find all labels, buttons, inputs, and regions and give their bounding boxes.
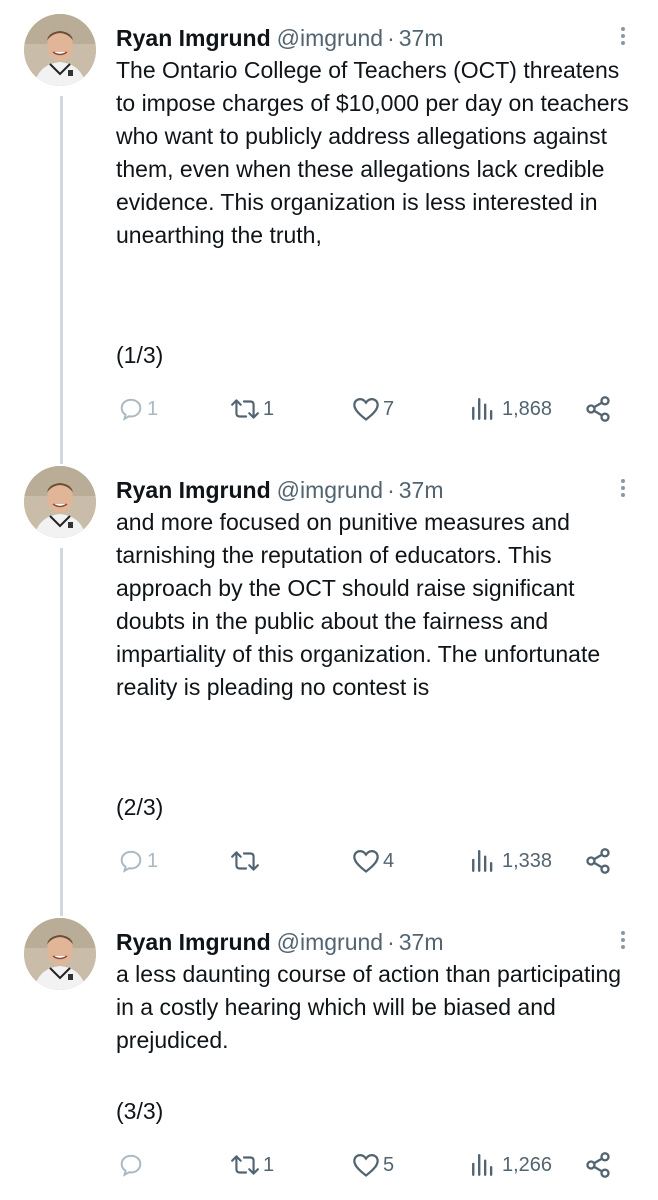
- avatar[interactable]: [24, 466, 96, 538]
- retweet-count: 1: [263, 1153, 275, 1176]
- reply-count: 1: [147, 397, 159, 420]
- tweet-2[interactable]: Ryan Imgrund @imgrund · 37m and more focuse…: [0, 466, 658, 906]
- heart-icon: [353, 397, 379, 421]
- share-icon: [586, 1152, 610, 1178]
- thread-counter: (3/3): [116, 1098, 164, 1124]
- tweet-text: The Ontario College of Teachers (OCT) th…: [116, 57, 629, 248]
- reply-button[interactable]: 1: [118, 846, 158, 876]
- more-options-icon[interactable]: [616, 476, 630, 504]
- share-button[interactable]: [584, 394, 612, 424]
- separator-dot: ·: [387, 25, 395, 51]
- author-handle[interactable]: @imgrund: [277, 477, 383, 503]
- retweet-icon: [231, 399, 259, 419]
- action-bar: 1 4 1,338: [116, 846, 636, 876]
- retweet-icon: [231, 851, 259, 871]
- reply-button[interactable]: [118, 1150, 147, 1180]
- more-options-icon[interactable]: [616, 928, 630, 956]
- author-handle[interactable]: @imgrund: [277, 929, 383, 955]
- views-count: 1,266: [502, 1153, 553, 1176]
- author-name[interactable]: Ryan Imgrund: [116, 25, 271, 51]
- action-bar: 1 5 1,266: [116, 1150, 636, 1180]
- views-button[interactable]: 1,868: [470, 394, 552, 424]
- share-button[interactable]: [584, 846, 612, 876]
- retweet-count: 1: [263, 397, 275, 420]
- separator-dot: ·: [387, 477, 395, 503]
- timestamp[interactable]: 37m: [399, 25, 444, 51]
- tweet-3[interactable]: Ryan Imgrund @imgrund · 37m a less daunting…: [0, 918, 658, 1188]
- share-button[interactable]: [584, 1150, 612, 1180]
- retweet-button[interactable]: 1: [230, 1150, 274, 1180]
- author-name[interactable]: Ryan Imgrund: [116, 477, 271, 503]
- avatar[interactable]: [24, 14, 96, 86]
- retweet-button[interactable]: [230, 846, 263, 876]
- reply-icon: [120, 1154, 142, 1177]
- like-count: 7: [383, 397, 395, 420]
- avatar-photo: [24, 14, 96, 86]
- author-name[interactable]: Ryan Imgrund: [116, 929, 271, 955]
- author-handle[interactable]: @imgrund: [277, 25, 383, 51]
- thread-counter: (2/3): [116, 794, 164, 820]
- analytics-icon: [472, 1154, 493, 1176]
- like-count: 4: [383, 849, 395, 872]
- share-icon: [586, 396, 610, 422]
- analytics-icon: [472, 850, 493, 872]
- timestamp[interactable]: 37m: [399, 477, 444, 503]
- like-button[interactable]: 7: [352, 394, 394, 424]
- retweet-icon: [231, 1155, 259, 1175]
- tweet-text: and more focused on punitive measures an…: [116, 509, 601, 700]
- reply-icon: [120, 850, 142, 873]
- like-button[interactable]: 5: [352, 1150, 394, 1180]
- views-button[interactable]: 1,266: [470, 1150, 552, 1180]
- reply-icon: [120, 398, 142, 421]
- like-button[interactable]: 4: [352, 846, 394, 876]
- reply-button[interactable]: 1: [118, 394, 158, 424]
- views-button[interactable]: 1,338: [470, 846, 552, 876]
- avatar-photo: [24, 466, 96, 538]
- thread-counter: (1/3): [116, 342, 164, 368]
- share-icon: [586, 848, 610, 874]
- tweet-text: a less daunting course of action than pa…: [116, 961, 622, 1053]
- views-count: 1,868: [502, 397, 553, 420]
- analytics-icon: [472, 398, 493, 420]
- tweet-1[interactable]: Ryan Imgrund @imgrund · 37m The Ontario Col…: [0, 14, 658, 454]
- reply-count: 1: [147, 849, 159, 872]
- tweet-header: Ryan Imgrund @imgrund · 37m: [116, 476, 444, 504]
- like-count: 5: [383, 1153, 395, 1176]
- timestamp[interactable]: 37m: [399, 929, 444, 955]
- separator-dot: ·: [387, 929, 395, 955]
- tweet-header: Ryan Imgrund @imgrund · 37m: [116, 928, 444, 956]
- heart-icon: [353, 1153, 379, 1177]
- views-count: 1,338: [502, 849, 553, 872]
- more-options-icon[interactable]: [616, 24, 630, 52]
- tweet-header: Ryan Imgrund @imgrund · 37m: [116, 24, 444, 52]
- avatar[interactable]: [24, 918, 96, 990]
- avatar-photo: [24, 918, 96, 990]
- heart-icon: [353, 849, 379, 873]
- action-bar: 1 1 7 1,868: [116, 394, 636, 424]
- retweet-button[interactable]: 1: [230, 394, 274, 424]
